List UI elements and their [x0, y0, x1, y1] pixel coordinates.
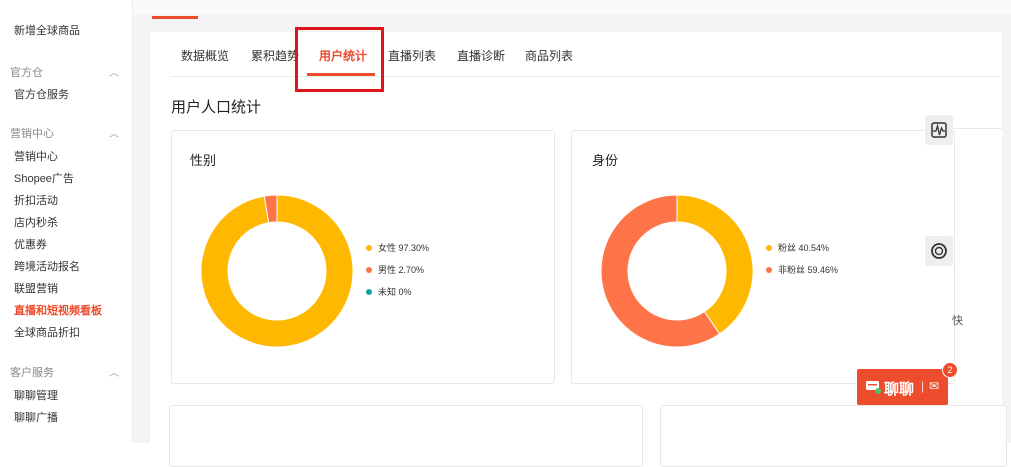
tab-live-list[interactable]: 直播列表 [388, 47, 436, 64]
tab-live-diagnosis[interactable]: 直播诊断 [457, 47, 505, 64]
sidebar-item-cross-border-campaign[interactable]: 跨境活动报名 [14, 258, 80, 274]
headset-icon [931, 243, 947, 259]
legend-item-non-fans: 非粉丝 59.46% [766, 263, 838, 276]
chevron-up-icon[interactable]: ︿ [109, 64, 119, 79]
identity-card: 身份 粉丝 40.54% 非粉丝 59.46% [571, 130, 955, 384]
identity-donut-chart [600, 194, 754, 348]
sidebar-item-discount[interactable]: 折扣活动 [14, 192, 58, 208]
legend-dot [766, 266, 772, 273]
sidebar-item-shopee-ads[interactable]: Shopee广告 [14, 170, 74, 186]
sidebar-item-marketing-center[interactable]: 营销中心 [14, 148, 58, 164]
sidebar-item-global-product-discount[interactable]: 全球商品折扣 [14, 324, 80, 340]
sidebar-item-add-global-product[interactable]: 新增全球商品 [14, 22, 80, 38]
chat-divider: | [921, 379, 925, 393]
legend-label: 未知 0% [378, 287, 412, 297]
customer-service-button[interactable] [925, 236, 953, 266]
sidebar-item-chat-broadcast[interactable]: 聊聊广播 [14, 409, 58, 425]
lower-card-left [169, 405, 643, 467]
sidebar-item-affiliate[interactable]: 联盟营销 [14, 280, 58, 296]
chevron-up-icon[interactable]: ︿ [109, 364, 119, 379]
chat-button[interactable]: 聊聊 | ✉ [857, 369, 948, 405]
chat-label: 聊聊 [884, 381, 915, 398]
gender-card: 性别 女性 97.30% 男性 2.70% 未知 0% [171, 130, 555, 384]
sidebar-group-official-warehouse[interactable]: 官方仓 [10, 64, 43, 80]
top-strip [133, 0, 1011, 14]
donut-slice-粉丝 [676, 194, 754, 335]
sidebar-item-live-video-dashboard[interactable]: 直播和短视频看板 [14, 302, 102, 318]
legend-label: 女性 97.30% [378, 243, 430, 253]
lower-card-right [660, 405, 1007, 467]
sidebar: 新增全球商品 官方仓 ︿ 官方仓服务 营销中心 ︿ 营销中心 Shopee广告 … [0, 0, 133, 443]
legend-item-fans: 粉丝 40.54% [766, 241, 829, 254]
chat-bubble-icon [866, 381, 881, 394]
sidebar-item-chat-management[interactable]: 聊聊管理 [14, 387, 58, 403]
sidebar-group-customer-service[interactable]: 客户服务 [10, 364, 54, 380]
right-panel-divider [952, 128, 1002, 129]
right-edge-text: 快 [952, 315, 963, 327]
tab-data-overview[interactable]: 数据概览 [181, 47, 229, 64]
top-accent-bar [152, 16, 198, 19]
tab-product-list[interactable]: 商品列表 [525, 47, 573, 64]
card-title: 性别 [190, 153, 217, 168]
legend-dot [366, 266, 372, 273]
legend-label: 非粉丝 59.46% [778, 265, 839, 275]
gender-donut-chart [200, 194, 354, 348]
unread-badge: 2 [942, 362, 958, 378]
legend-label: 粉丝 40.54% [778, 243, 830, 253]
section-title: 用户人口统计 [171, 99, 262, 116]
envelope-icon: ✉ [929, 379, 940, 393]
sidebar-item-flash-sale[interactable]: 店内秒杀 [14, 214, 58, 230]
chevron-up-icon[interactable]: ︿ [109, 125, 119, 140]
legend-label: 男性 2.70% [378, 265, 425, 275]
tab-cumulative-trend[interactable]: 累积趋势 [251, 47, 299, 64]
legend-item-male: 男性 2.70% [366, 263, 424, 276]
sidebar-item-official-warehouse-service[interactable]: 官方仓服务 [14, 86, 69, 102]
waveform-icon [931, 122, 947, 138]
highlight-annotation-box [295, 27, 384, 92]
legend-dot [366, 288, 372, 295]
sidebar-group-marketing[interactable]: 营销中心 [10, 125, 54, 141]
legend-item-unknown: 未知 0% [366, 285, 412, 298]
legend-dot [366, 244, 372, 251]
card-title: 身份 [592, 153, 619, 168]
legend-dot [766, 244, 772, 251]
legend-item-female: 女性 97.30% [366, 241, 429, 254]
waveform-button[interactable] [925, 115, 953, 145]
sidebar-item-voucher[interactable]: 优惠券 [14, 236, 47, 252]
